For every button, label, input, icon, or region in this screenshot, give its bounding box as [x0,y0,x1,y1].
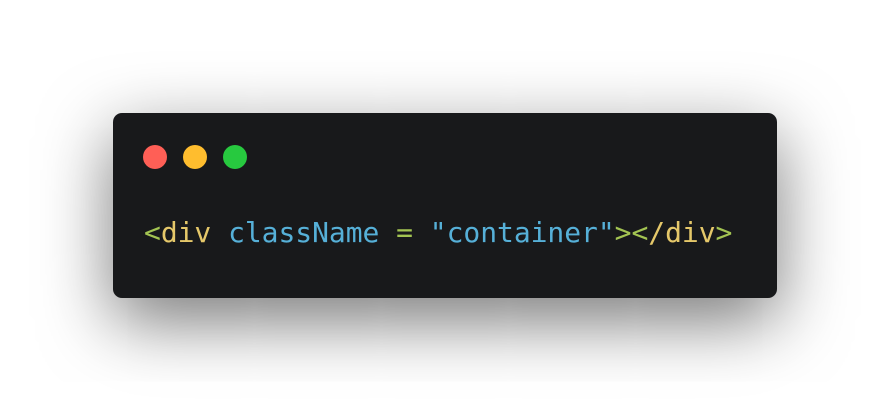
tag-name: div [160,216,212,249]
tag-close-bracket: > [715,216,733,249]
close-button[interactable] [143,145,167,169]
attribute-name: className [228,216,380,249]
tag-open-bracket: < [144,216,161,249]
attribute-value: "container" [429,216,615,249]
tag-brackets: >< [614,216,649,249]
code-window: <div className = "container"></div> [113,113,777,298]
maximize-button[interactable] [223,145,247,169]
minimize-button[interactable] [183,145,207,169]
code-line: <div className = "container"></div> [144,217,732,249]
equals-sign: = [396,216,413,249]
closing-tag-name: /div [648,216,716,249]
